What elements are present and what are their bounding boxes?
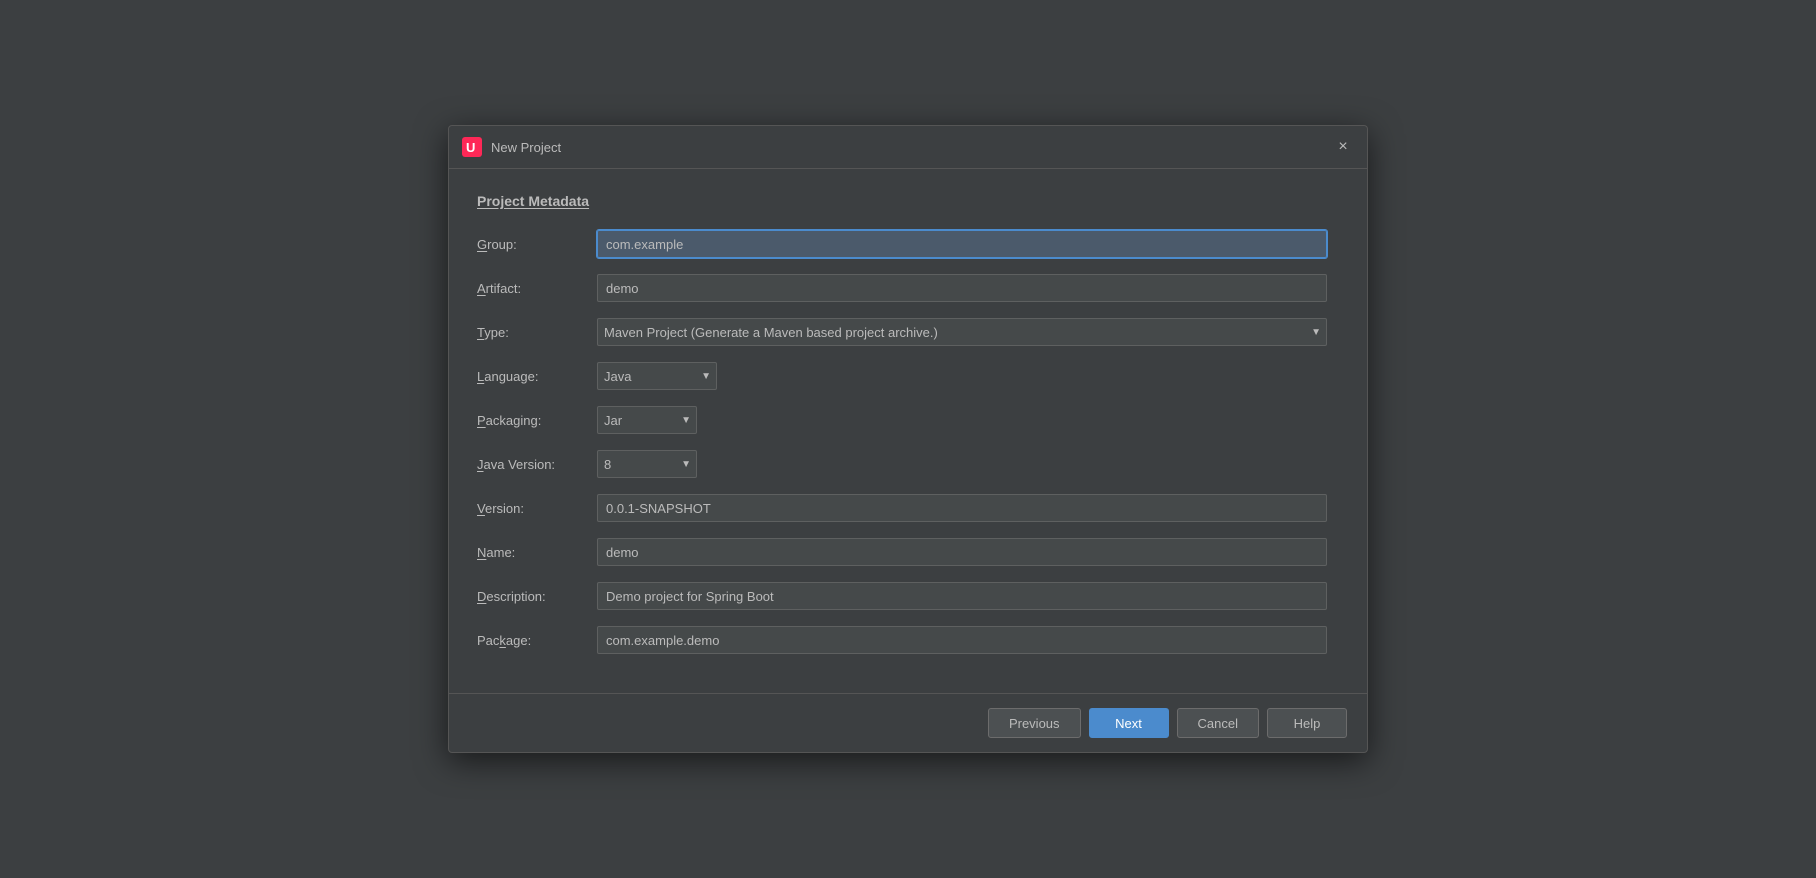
dialog-footer: Previous Next Cancel Help <box>449 693 1367 752</box>
name-row: Name: <box>477 537 1339 567</box>
close-button[interactable]: × <box>1335 139 1351 155</box>
group-row: Group: <box>477 229 1339 259</box>
java-version-row: Java Version: 8 11 17 21 ▼ <box>477 449 1339 479</box>
language-select-wrapper: Java Kotlin Groovy ▼ <box>597 362 717 390</box>
app-icon: U <box>461 136 483 158</box>
package-label: Package: <box>477 633 597 648</box>
description-input[interactable] <box>597 582 1327 610</box>
java-version-select-wrapper: 8 11 17 21 ▼ <box>597 450 697 478</box>
version-row: Version: <box>477 493 1339 523</box>
next-button[interactable]: Next <box>1089 708 1169 738</box>
type-row: Type: Maven Project (Generate a Maven ba… <box>477 317 1339 347</box>
packaging-label: Packaging: <box>477 413 597 428</box>
artifact-label: Artifact: <box>477 281 597 296</box>
version-input[interactable] <box>597 494 1327 522</box>
packaging-select-wrapper: Jar War ▼ <box>597 406 697 434</box>
dialog-titlebar: U New Project × <box>449 126 1367 169</box>
help-button[interactable]: Help <box>1267 708 1347 738</box>
language-row: Language: Java Kotlin Groovy ▼ <box>477 361 1339 391</box>
name-input[interactable] <box>597 538 1327 566</box>
type-select[interactable]: Maven Project (Generate a Maven based pr… <box>597 318 1327 346</box>
type-select-wrapper: Maven Project (Generate a Maven based pr… <box>597 318 1327 346</box>
group-input[interactable] <box>597 230 1327 258</box>
java-version-select[interactable]: 8 11 17 21 <box>597 450 697 478</box>
previous-button[interactable]: Previous <box>988 708 1081 738</box>
new-project-dialog: U New Project × Project Metadata Group: … <box>448 125 1368 753</box>
version-label: Version: <box>477 501 597 516</box>
package-row: Package: <box>477 625 1339 655</box>
dialog-overlay: U New Project × Project Metadata Group: … <box>0 0 1816 878</box>
type-label: Type: <box>477 325 597 340</box>
cancel-button[interactable]: Cancel <box>1177 708 1259 738</box>
title-left: U New Project <box>461 136 561 158</box>
dialog-body: Project Metadata Group: Artifact: Type: <box>449 169 1367 693</box>
svg-text:U: U <box>466 140 475 155</box>
group-label: Group: <box>477 237 597 252</box>
name-label: Name: <box>477 545 597 560</box>
packaging-row: Packaging: Jar War ▼ <box>477 405 1339 435</box>
description-row: Description: <box>477 581 1339 611</box>
java-version-label: Java Version: <box>477 457 597 472</box>
description-label: Description: <box>477 589 597 604</box>
language-label: Language: <box>477 369 597 384</box>
section-title: Project Metadata <box>477 193 1339 209</box>
artifact-input[interactable] <box>597 274 1327 302</box>
package-input[interactable] <box>597 626 1327 654</box>
packaging-select[interactable]: Jar War <box>597 406 697 434</box>
artifact-row: Artifact: <box>477 273 1339 303</box>
language-select[interactable]: Java Kotlin Groovy <box>597 362 717 390</box>
dialog-title: New Project <box>491 140 561 155</box>
